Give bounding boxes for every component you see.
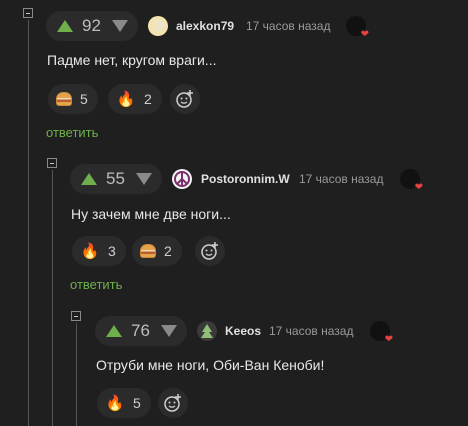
heart-icon[interactable]	[400, 169, 423, 193]
thread-line	[76, 323, 77, 426]
reaction-button[interactable]: 5	[48, 84, 98, 114]
collapse-thread-button[interactable]	[23, 8, 33, 18]
heart-icon[interactable]	[370, 321, 393, 345]
vote-control: 55	[70, 164, 162, 194]
upvote-icon[interactable]	[106, 325, 122, 337]
tree-icon	[201, 324, 213, 338]
comment-text: Отруби мне ноги, Оби-Ван Кеноби!	[96, 357, 325, 373]
vote-control: 92	[46, 11, 138, 41]
comment-text: Ну зачем мне две ноги...	[71, 206, 231, 222]
add-reaction-button[interactable]	[170, 84, 200, 114]
comment-time[interactable]: 17 часов назад	[299, 172, 383, 186]
upvote-icon[interactable]	[81, 173, 97, 185]
comment-author[interactable]: Postoronnim.W	[201, 172, 290, 186]
comment-score: 55	[106, 169, 125, 188]
upvote-icon[interactable]	[57, 20, 73, 32]
fire-icon: 🔥	[80, 243, 100, 260]
comment-time[interactable]: 17 часов назад	[269, 324, 353, 338]
burger-icon	[56, 92, 72, 106]
fire-face-icon: 😅	[151, 19, 165, 33]
reply-link[interactable]: ответить	[46, 125, 98, 140]
avatar[interactable]: 😅	[148, 16, 168, 36]
comment-author[interactable]: alexkon79	[176, 19, 234, 33]
smile-plus-icon	[176, 90, 193, 108]
reaction-count: 2	[164, 243, 172, 259]
avatar[interactable]	[172, 169, 192, 189]
collapse-thread-button[interactable]	[71, 311, 81, 321]
reaction-button[interactable]: 🔥 3	[72, 236, 126, 266]
add-reaction-button[interactable]	[195, 236, 225, 266]
thread-line	[52, 170, 53, 426]
comment-author[interactable]: Keeos	[225, 324, 261, 338]
add-reaction-button[interactable]	[158, 388, 188, 418]
fire-icon: 🔥	[105, 395, 125, 412]
downvote-icon[interactable]	[112, 20, 128, 32]
downvote-icon[interactable]	[136, 173, 152, 185]
comment-score: 76	[131, 321, 150, 340]
reaction-count: 3	[108, 243, 116, 259]
heart-icon[interactable]	[346, 16, 369, 40]
downvote-icon[interactable]	[161, 325, 177, 337]
comment-text: Падме нет, кругом враги...	[47, 52, 217, 68]
reaction-button[interactable]: 🔥 2	[108, 84, 162, 114]
burger-icon	[140, 244, 156, 258]
fire-icon: 🔥	[116, 91, 136, 108]
collapse-thread-button[interactable]	[47, 158, 57, 168]
reaction-count: 5	[80, 91, 88, 107]
reply-link[interactable]: ответить	[70, 277, 122, 292]
vote-control: 76	[95, 316, 187, 346]
comment-time[interactable]: 17 часов назад	[246, 19, 330, 33]
smile-plus-icon	[164, 394, 181, 412]
avatar[interactable]	[197, 321, 217, 341]
reaction-count: 2	[144, 91, 152, 107]
reaction-button[interactable]: 2	[132, 236, 182, 266]
reaction-count: 5	[133, 395, 141, 411]
reaction-button[interactable]: 🔥 5	[97, 388, 151, 418]
comment-score: 92	[82, 16, 101, 35]
peace-icon	[174, 171, 190, 187]
thread-line	[28, 20, 29, 426]
smile-plus-icon	[201, 242, 218, 260]
